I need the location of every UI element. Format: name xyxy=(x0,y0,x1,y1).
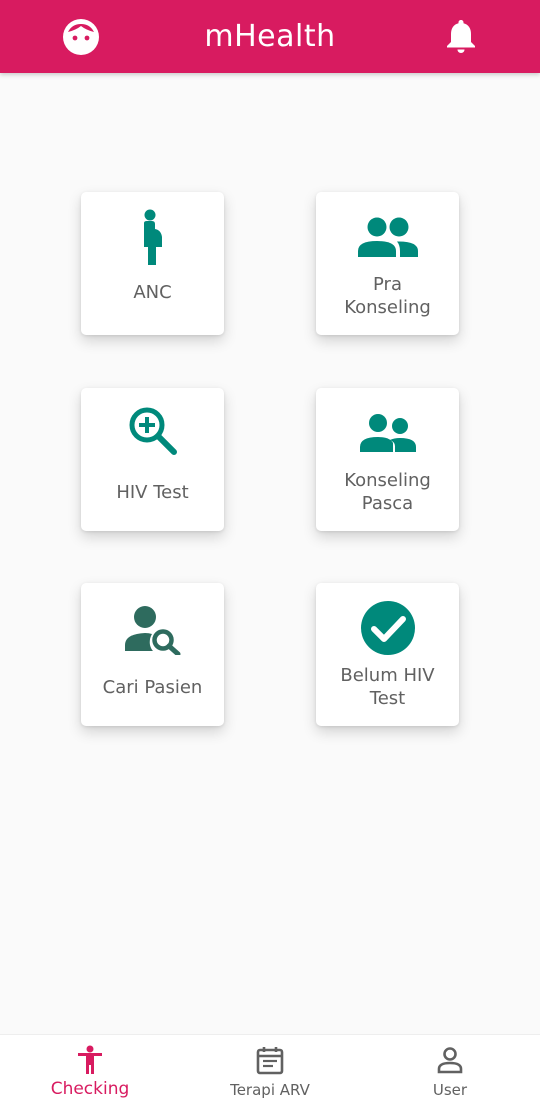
nav-label: Checking xyxy=(50,1079,130,1099)
menu-tile-hiv-test[interactable]: HIV Test xyxy=(81,388,224,531)
menu-tile-pra-konseling[interactable]: Pra Konseling xyxy=(316,192,459,335)
nav-item-user[interactable]: User xyxy=(360,1035,540,1109)
menu-tile-label: Konseling Pasca xyxy=(344,470,431,514)
menu-tile-label: Cari Pasien xyxy=(102,677,203,698)
group-icon xyxy=(316,216,459,258)
menu-grid: ANC Pra Konseling HIV Test Konseling Pas… xyxy=(0,0,540,800)
nav-label: User xyxy=(432,1081,468,1099)
nav-item-terapi-arv[interactable]: Terapi ARV xyxy=(180,1035,360,1109)
menu-tile-belum-hiv-test[interactable]: Belum HIV Test xyxy=(316,583,459,726)
menu-tile-konseling-pasca[interactable]: Konseling Pasca xyxy=(316,388,459,531)
people-icon xyxy=(316,412,459,452)
bottom-navigation: Checking Terapi ARV User xyxy=(0,1034,540,1109)
check-circle-icon xyxy=(316,600,459,656)
menu-tile-label: Pra Konseling xyxy=(344,274,431,318)
nav-label: Terapi ARV xyxy=(230,1081,310,1099)
menu-tile-cari-pasien[interactable]: Cari Pasien xyxy=(81,583,224,726)
zoom-in-icon xyxy=(81,406,224,456)
menu-tile-anc[interactable]: ANC xyxy=(81,192,224,335)
accessibility-icon xyxy=(75,1045,105,1075)
pregnant-woman-icon xyxy=(81,209,224,267)
menu-tile-label: Belum HIV Test xyxy=(340,665,435,709)
nav-item-checking[interactable]: Checking xyxy=(0,1035,180,1109)
person-search-icon xyxy=(81,605,224,655)
event-note-icon xyxy=(255,1045,285,1075)
person-outline-icon xyxy=(435,1045,465,1075)
menu-tile-label: ANC xyxy=(133,282,172,303)
menu-tile-label: HIV Test xyxy=(116,482,189,503)
